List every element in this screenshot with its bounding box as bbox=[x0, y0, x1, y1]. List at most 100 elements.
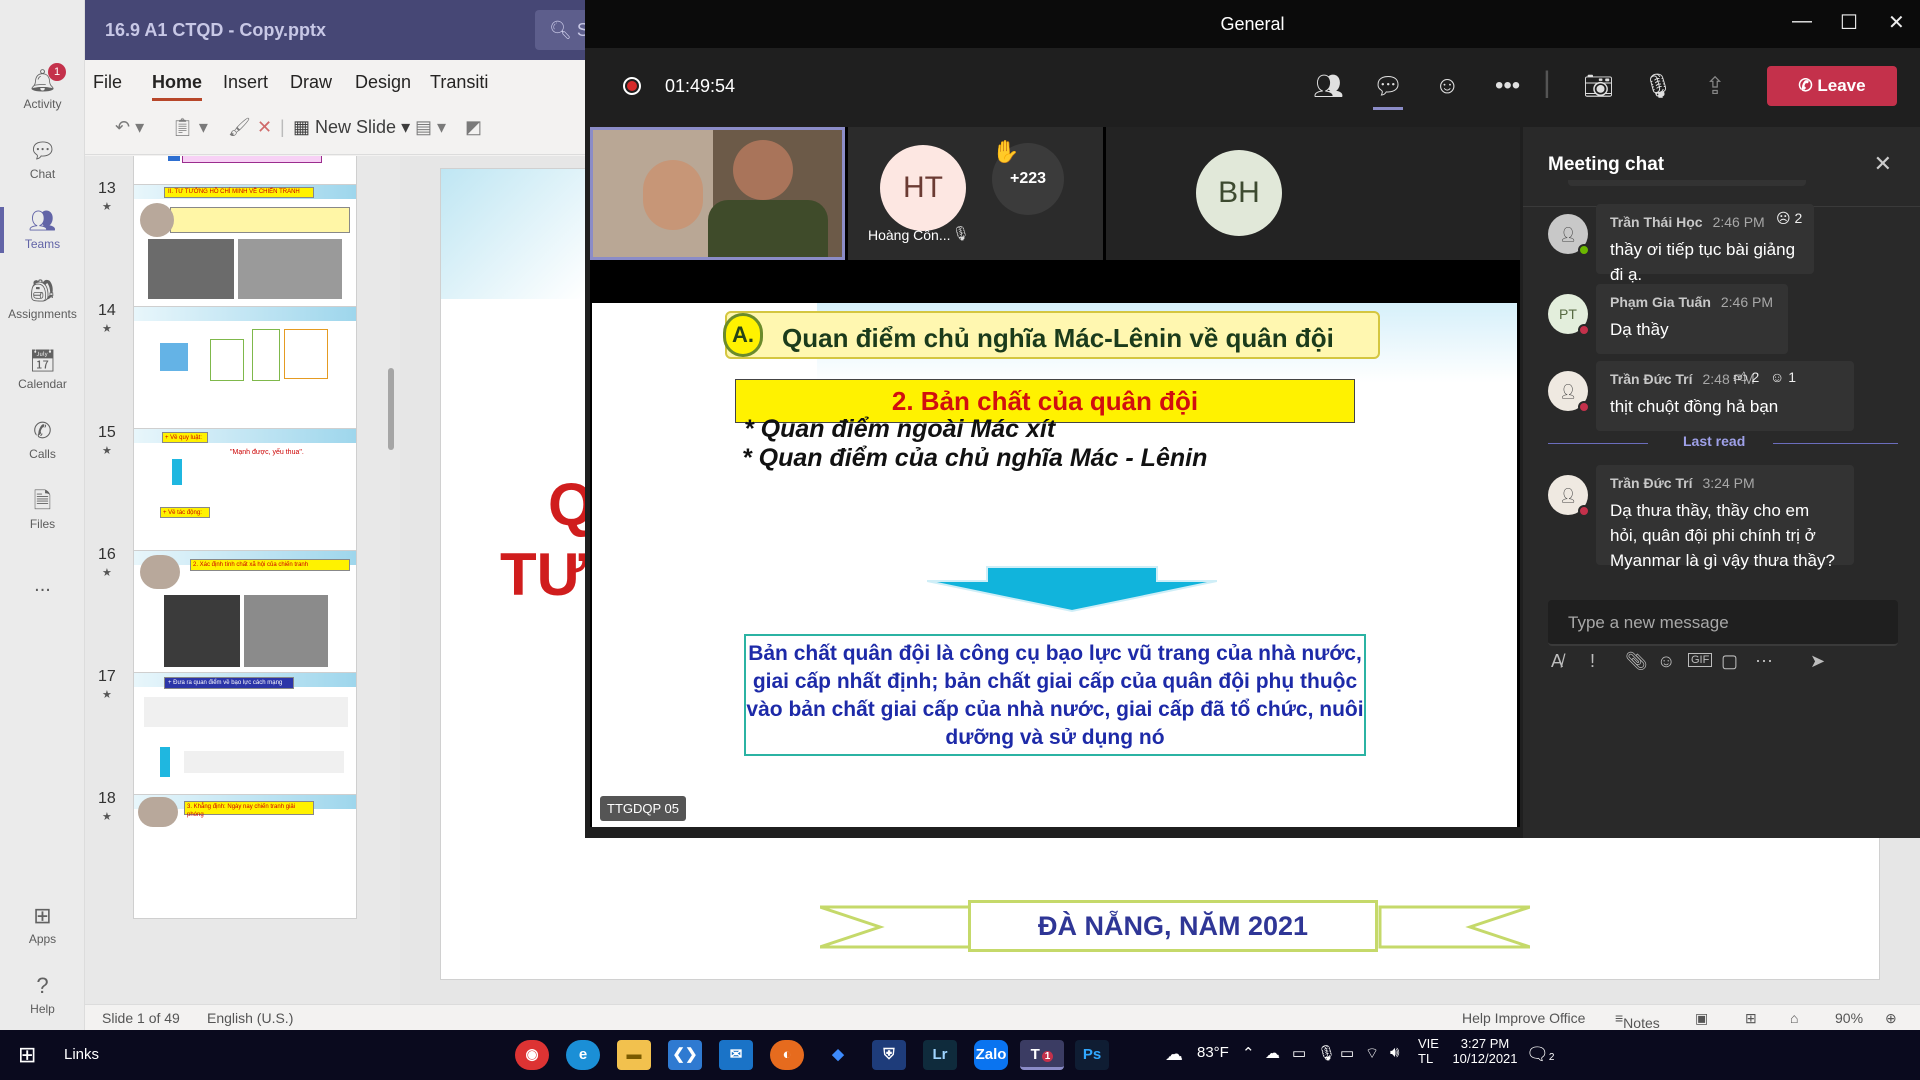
section-icon[interactable]: ◩ bbox=[465, 117, 482, 138]
mic-tray-icon[interactable]: 🎙︎ bbox=[1317, 1044, 1336, 1062]
normal-view-icon[interactable]: ▣ bbox=[1695, 1010, 1708, 1027]
start-windows-icon[interactable]: ⊞ bbox=[18, 1042, 36, 1068]
more-options-icon[interactable]: ⋯ bbox=[1755, 651, 1773, 672]
tray-chevron-icon[interactable]: ⌃ bbox=[1242, 1044, 1255, 1062]
rail-activity[interactable]: 🔔︎ Activity 1 bbox=[0, 55, 85, 125]
volume-icon[interactable]: 🔊︎ bbox=[1390, 1044, 1399, 1061]
chat-toggle-icon[interactable]: 💬︎ bbox=[1373, 72, 1404, 110]
clock[interactable]: 3:27 PM 10/12/2021 bbox=[1450, 1036, 1520, 1066]
notifications-icon[interactable]: 🗨︎2 bbox=[1526, 1044, 1554, 1065]
firefox-icon[interactable]: ◐ bbox=[770, 1040, 804, 1070]
rail-help[interactable]: ? Help bbox=[0, 960, 85, 1030]
emoji-icon[interactable]: ☺ bbox=[1657, 651, 1675, 672]
format-icon[interactable]: A̸ bbox=[1551, 651, 1563, 672]
tab-home[interactable]: Home bbox=[152, 72, 203, 101]
attach-icon[interactable]: 📎︎ bbox=[1625, 651, 1648, 672]
temperature[interactable]: 83°F bbox=[1197, 1044, 1229, 1061]
onedrive-icon[interactable]: ☁ bbox=[1265, 1044, 1280, 1062]
file-explorer-icon[interactable]: ▬ bbox=[617, 1040, 651, 1070]
help-improve-office[interactable]: Help Improve Office bbox=[1462, 1010, 1585, 1026]
undo-icon[interactable]: ↶ ▾ bbox=[115, 117, 144, 138]
wifi-icon[interactable]: ⌔ bbox=[1365, 1044, 1379, 1063]
slide-thumbnail-14[interactable] bbox=[133, 306, 357, 431]
tab-draw[interactable]: Draw bbox=[290, 72, 332, 93]
share-screen-icon[interactable]: ⇪ bbox=[1705, 72, 1725, 101]
message-composer[interactable]: Type a new message bbox=[1548, 600, 1898, 646]
fit-slide-icon[interactable]: ⊕ bbox=[1885, 1010, 1897, 1027]
dropbox-icon[interactable]: ◆ bbox=[821, 1040, 855, 1070]
links-toolbar[interactable]: Links bbox=[64, 1046, 99, 1063]
rail-apps[interactable]: ⊞ Apps bbox=[0, 890, 85, 960]
leave-button[interactable]: ✆ Leave bbox=[1767, 66, 1897, 106]
device-icon[interactable]: ▭ bbox=[1292, 1044, 1306, 1062]
zoom-level[interactable]: 90% bbox=[1835, 1010, 1863, 1026]
mail-icon[interactable]: ✉ bbox=[719, 1040, 753, 1070]
thumb-pane-scrollbar[interactable] bbox=[388, 368, 394, 450]
sticker-icon[interactable]: ▢ bbox=[1721, 651, 1738, 672]
paste-icon[interactable]: 📋︎ ▾ bbox=[171, 117, 208, 138]
participants-icon[interactable]: 👥︎ bbox=[1313, 72, 1343, 101]
rail-more[interactable]: ... bbox=[0, 550, 85, 620]
input-language[interactable]: VIE TL bbox=[1418, 1036, 1439, 1066]
self-video-tile[interactable] bbox=[590, 127, 845, 260]
rail-assignments[interactable]: 🎒︎ Assignments bbox=[0, 265, 85, 335]
lightroom-icon[interactable]: Lr bbox=[923, 1040, 957, 1070]
participant-tile[interactable]: HT Hoàng Côn... 🎙︎ +223 ✋ bbox=[848, 127, 1103, 260]
new-slide-button[interactable]: ▦ New Slide ▾ bbox=[293, 117, 410, 138]
important-icon[interactable]: ! bbox=[1590, 651, 1595, 672]
participant-avatar: HT bbox=[880, 145, 966, 231]
close-chat-icon[interactable]: ✕ bbox=[1874, 151, 1892, 177]
mic-off-icon[interactable]: 🎙︎ bbox=[1643, 72, 1673, 101]
participant-tile[interactable]: BH bbox=[1106, 127, 1520, 260]
delete-icon[interactable]: ✕ bbox=[257, 117, 272, 138]
gif-icon[interactable]: GIF bbox=[1688, 653, 1713, 667]
reaction-laugh[interactable]: ☺ 1 bbox=[1770, 369, 1796, 385]
slide-thumbnail-13[interactable]: II. TƯ TƯỞNG HỒ CHÍ MINH VỀ CHIẾN TRANH bbox=[133, 184, 357, 309]
more-actions-icon[interactable]: ••• bbox=[1495, 72, 1520, 100]
teams-taskbar-icon[interactable]: T1 bbox=[1020, 1040, 1064, 1070]
photoshop-icon[interactable]: Ps bbox=[1075, 1040, 1109, 1070]
slide-thumbnail-12[interactable] bbox=[133, 156, 357, 186]
tab-design[interactable]: Design bbox=[355, 72, 411, 93]
tab-insert[interactable]: Insert bbox=[223, 72, 268, 93]
camera-off-icon[interactable]: 📷︎ bbox=[1583, 72, 1613, 101]
zalo-icon[interactable]: Zalo bbox=[974, 1040, 1008, 1070]
language-indicator[interactable]: English (U.S.) bbox=[207, 1010, 293, 1026]
minimize-icon[interactable]: — bbox=[1792, 10, 1812, 33]
raised-hand-icon: ✋ bbox=[992, 139, 1020, 164]
rail-calls[interactable]: ✆ Calls bbox=[0, 405, 85, 475]
rail-label: Calendar bbox=[18, 377, 67, 391]
calendar-icon: 📅︎ bbox=[28, 348, 57, 373]
edge-icon[interactable]: e bbox=[566, 1040, 600, 1070]
tab-transitions[interactable]: Transiti bbox=[430, 72, 488, 93]
slide-sorter-icon[interactable]: ⊞ bbox=[1745, 1010, 1757, 1027]
rail-chat[interactable]: 💬︎ Chat bbox=[0, 125, 85, 195]
slide-bullet: * Quan điểm ngoài Mác xít bbox=[744, 415, 1056, 443]
slide-thumbnail-16[interactable]: 2. Xác định tính chất xã hội của chiến t… bbox=[133, 550, 357, 675]
rail-files[interactable]: 🗎 Files bbox=[0, 475, 85, 545]
slide-thumbnail-15[interactable]: + Về quy luật: "Mạnh được, yếu thua". + … bbox=[133, 428, 357, 553]
send-icon[interactable]: ➤ bbox=[1810, 651, 1825, 672]
vscode-icon[interactable]: ❮❯ bbox=[668, 1040, 702, 1070]
format-painter-icon[interactable]: 🖌︎ bbox=[228, 117, 251, 138]
close-window-icon[interactable]: ✕ bbox=[1888, 10, 1905, 35]
last-read-divider: Last read bbox=[1548, 433, 1898, 453]
rail-calendar[interactable]: 📅︎ Calendar bbox=[0, 335, 85, 405]
thumb-portrait bbox=[138, 797, 178, 827]
reaction-sad[interactable]: ☹ 2 bbox=[1776, 210, 1802, 227]
chrome-icon[interactable]: ◉ bbox=[515, 1040, 549, 1070]
reading-view-icon[interactable]: ⌂ bbox=[1790, 1010, 1798, 1026]
tab-file[interactable]: File bbox=[93, 72, 122, 93]
rail-teams[interactable]: 👥︎ Teams bbox=[0, 195, 85, 265]
maximize-icon[interactable]: ☐ bbox=[1840, 10, 1858, 35]
layout-icon[interactable]: ▤ ▾ bbox=[415, 117, 446, 138]
weather-cloud-icon[interactable]: ☁ bbox=[1165, 1044, 1183, 1065]
reaction-like[interactable]: 👍︎ 2 bbox=[1733, 369, 1759, 386]
ai-app-icon[interactable]: ⛨ bbox=[872, 1040, 906, 1070]
video-person-body bbox=[708, 200, 828, 257]
reactions-icon[interactable]: ☺ bbox=[1435, 72, 1460, 100]
notes-button[interactable]: ≡ Notes bbox=[1615, 1010, 1660, 1031]
slide-thumbnail-17[interactable]: + Đưa ra quan điểm về bạo lực cách mạng bbox=[133, 672, 357, 797]
slide-thumbnail-18[interactable]: 3. Khẳng định: Ngày nay chiến tranh giải… bbox=[133, 794, 357, 919]
battery-icon[interactable]: ▭ bbox=[1340, 1044, 1354, 1062]
